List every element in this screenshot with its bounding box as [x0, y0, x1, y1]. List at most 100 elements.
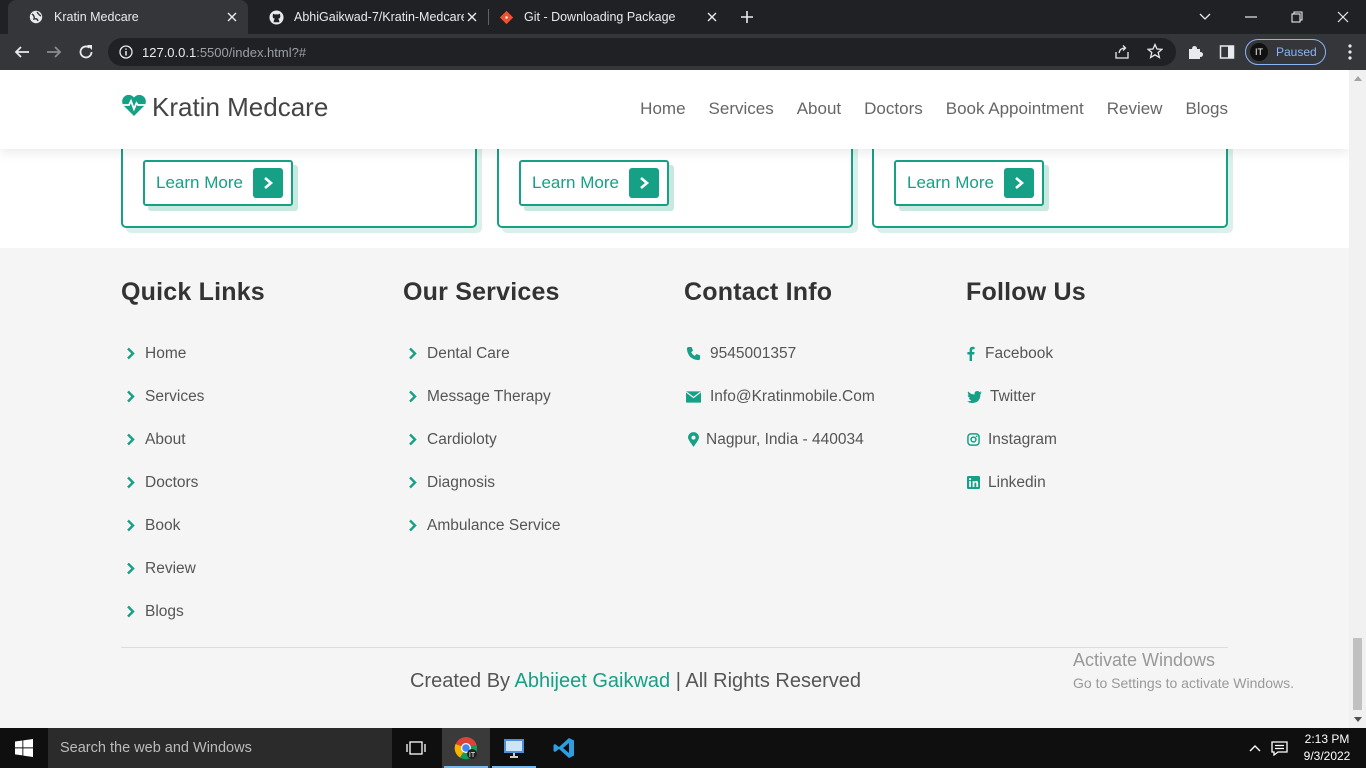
footer-link-about[interactable]: About: [121, 418, 265, 461]
close-tab-icon[interactable]: [224, 9, 240, 25]
chevron-right-icon: [403, 347, 421, 360]
footer-social-linkedin[interactable]: Linkedin: [966, 461, 1086, 504]
brand-logo[interactable]: Kratin Medcare: [121, 92, 328, 123]
tab-search-chevron-icon[interactable]: [1182, 0, 1228, 34]
close-window-icon[interactable]: [1320, 0, 1366, 34]
page-scrollbar[interactable]: [1349, 70, 1366, 728]
learn-more-button[interactable]: Learn More: [519, 160, 669, 206]
footer-service-message-therapy[interactable]: Message Therapy: [403, 375, 561, 418]
share-icon[interactable]: [1114, 44, 1130, 65]
footer-link-services[interactable]: Services: [121, 375, 265, 418]
address-bar[interactable]: 127.0.0.1:5500/index.html?#: [108, 38, 1176, 66]
footer-link-review[interactable]: Review: [121, 547, 265, 590]
footer-link-home[interactable]: Home: [121, 332, 265, 375]
page-viewport: Learn More Learn More Learn More Kratin …: [0, 70, 1349, 728]
taskbar-search-input[interactable]: Search the web and Windows: [48, 728, 392, 768]
clock-time: 2:13 PM: [1304, 732, 1350, 746]
tab-github-repo[interactable]: AbhiGaikwad-7/Kratin-Medcare: [248, 0, 488, 34]
nav-services[interactable]: Services: [709, 99, 774, 119]
nav-about[interactable]: About: [797, 99, 841, 119]
chevron-right-icon: [1003, 168, 1034, 198]
scroll-up-arrow-icon[interactable]: [1349, 70, 1366, 87]
footer-service-diagnosis[interactable]: Diagnosis: [403, 461, 561, 504]
map-marker-icon: [684, 432, 702, 447]
footer-link-doctors[interactable]: Doctors: [121, 461, 265, 504]
chevron-right-icon: [403, 476, 421, 489]
footer-service-dental-care[interactable]: Dental Care: [403, 332, 561, 375]
footer-follow: Follow Us Facebook Twitter Instagram Lin…: [966, 278, 1086, 504]
site-header: Kratin Medcare Home Services About Docto…: [0, 70, 1349, 149]
nav-blogs[interactable]: Blogs: [1185, 99, 1228, 119]
footer-heading: Our Services: [403, 278, 560, 306]
chevron-right-icon: [252, 168, 283, 198]
extensions-puzzle-icon[interactable]: [1183, 40, 1207, 64]
bookmark-star-icon[interactable]: [1146, 42, 1164, 64]
footer-contact-phone[interactable]: 9545001357: [684, 332, 875, 375]
heartbeat-icon: [121, 93, 147, 122]
profile-status-label: Paused: [1276, 45, 1317, 59]
close-tab-icon[interactable]: [704, 9, 720, 25]
learn-more-button[interactable]: Learn More: [143, 160, 293, 206]
envelope-icon: [684, 390, 702, 403]
clock-date: 9/3/2022: [1303, 749, 1351, 763]
main-nav: Home Services About Doctors Book Appoint…: [640, 99, 1228, 119]
remote-desktop-taskbar-icon[interactable]: [490, 728, 538, 768]
footer-heading: Follow Us: [966, 278, 1086, 306]
chevron-right-icon: [121, 433, 139, 446]
tab-git-download[interactable]: Git - Downloading Package: [478, 0, 728, 34]
new-tab-button[interactable]: [737, 7, 757, 27]
profile-paused-button[interactable]: IT Paused: [1245, 39, 1326, 65]
scrollbar-thumb[interactable]: [1353, 638, 1362, 710]
nav-home[interactable]: Home: [640, 99, 685, 119]
footer-contact-address[interactable]: Nagpur, India - 440034: [684, 418, 875, 461]
restore-icon[interactable]: [1274, 0, 1320, 34]
footer-link-book[interactable]: Book: [121, 504, 265, 547]
footer-contact-email[interactable]: Info@Kratinmobile.Com: [684, 375, 875, 418]
taskbar-clock[interactable]: 2:13 PM 9/3/2022: [1296, 731, 1358, 765]
url-text: 127.0.0.1:5500/index.html?#: [142, 45, 307, 60]
windows-taskbar: Search the web and Windows IT 2:13 PM 9/…: [0, 728, 1366, 768]
reload-icon[interactable]: [74, 40, 98, 64]
info-icon[interactable]: [119, 45, 133, 64]
footer-heading: Quick Links: [121, 278, 265, 306]
browser-tab-strip: Kratin Medcare AbhiGaikwad-7/Kratin-Medc…: [0, 0, 1366, 34]
footer-social-facebook[interactable]: Facebook: [966, 332, 1086, 375]
footer-contact: Contact Info 9545001357 Info@Kratinmobil…: [684, 278, 875, 461]
linkedin-icon: [966, 476, 980, 489]
notification-center-icon[interactable]: [1268, 728, 1290, 768]
chrome-taskbar-icon[interactable]: IT: [442, 728, 490, 768]
minimize-icon[interactable]: [1228, 0, 1274, 34]
nav-review[interactable]: Review: [1107, 99, 1163, 119]
chevron-right-icon: [628, 168, 659, 198]
side-panel-icon[interactable]: [1215, 40, 1239, 64]
author-name: Abhijeet Gaikwad: [514, 670, 671, 692]
footer-service-ambulance[interactable]: Ambulance Service: [403, 504, 561, 547]
profile-avatar: IT: [1250, 43, 1268, 61]
brand-name: Kratin Medcare: [152, 92, 329, 122]
windows-start-icon[interactable]: [0, 728, 48, 768]
instagram-icon: [966, 433, 980, 446]
browser-toolbar: 127.0.0.1:5500/index.html?# IT Paused: [0, 34, 1366, 70]
back-arrow-icon[interactable]: [10, 40, 34, 64]
vscode-taskbar-icon[interactable]: [540, 728, 588, 768]
globe-icon: [28, 9, 44, 25]
footer-link-blogs[interactable]: Blogs: [121, 590, 265, 633]
github-icon: [268, 9, 284, 25]
task-view-icon[interactable]: [392, 728, 440, 768]
footer-services: Our Services Dental Care Message Therapy…: [403, 278, 561, 547]
forward-arrow-icon[interactable]: [42, 40, 66, 64]
chrome-menu-icon[interactable]: [1338, 40, 1362, 64]
tab-title: Kratin Medcare: [54, 10, 139, 24]
footer-social-instagram[interactable]: Instagram: [966, 418, 1086, 461]
footer-social-twitter[interactable]: Twitter: [966, 375, 1086, 418]
chevron-right-icon: [403, 390, 421, 403]
scroll-down-arrow-icon[interactable]: [1349, 711, 1366, 728]
chevron-right-icon: [121, 476, 139, 489]
footer-service-cardiology[interactable]: Cardioloty: [403, 418, 561, 461]
tab-kratin-medcare[interactable]: Kratin Medcare: [8, 0, 248, 34]
tray-chevron-up-icon[interactable]: [1245, 728, 1265, 768]
footer-heading: Contact Info: [684, 278, 833, 306]
nav-book-appointment[interactable]: Book Appointment: [946, 99, 1084, 119]
nav-doctors[interactable]: Doctors: [864, 99, 923, 119]
learn-more-button[interactable]: Learn More: [894, 160, 1044, 206]
